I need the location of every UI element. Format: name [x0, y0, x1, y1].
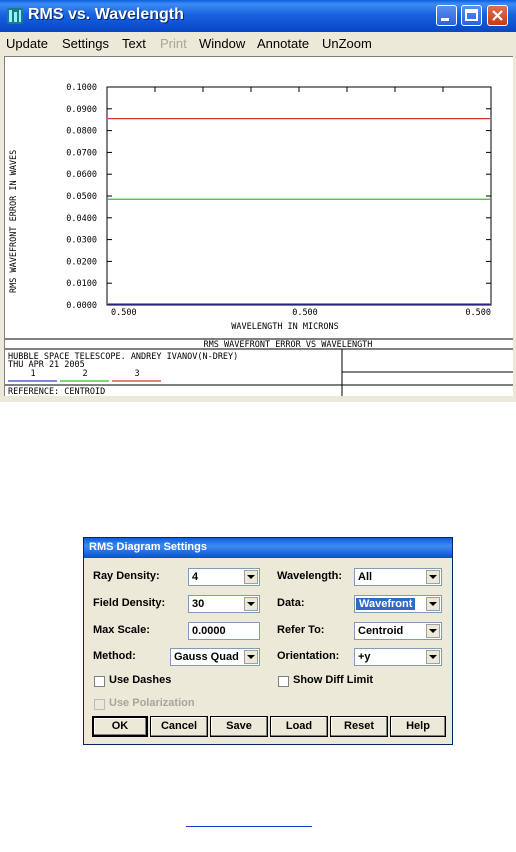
refer-to-select[interactable]: Centroid — [354, 622, 442, 640]
chevron-down-icon[interactable] — [244, 597, 258, 611]
y-tick-label: 0.1000 — [66, 83, 97, 93]
orientation-select[interactable]: +y — [354, 648, 442, 666]
ray-density-label: Ray Density: — [93, 570, 160, 582]
dialog-title-bar[interactable]: RMS Diagram Settings — [84, 538, 452, 558]
y-axis-ticks: 0.1000 0.0900 0.0800 0.0700 0.0600 0.0500 0.04… — [66, 83, 492, 311]
show-diff-limit-checkbox[interactable] — [278, 676, 289, 687]
title-bar[interactable]: RMS vs. Wavelength — [0, 0, 516, 32]
legend-label-3: 3 — [134, 369, 139, 379]
chevron-down-icon[interactable] — [426, 650, 440, 664]
menu-update[interactable]: Update — [6, 36, 48, 51]
ray-density-select[interactable]: 4 — [188, 568, 260, 586]
help-button[interactable]: Help — [390, 716, 446, 737]
close-button[interactable] — [487, 5, 508, 26]
info-line2: THU APR 21 2005 — [8, 360, 85, 370]
x-axis-ticks: 0.500 0.500 0.500 — [111, 308, 491, 318]
refer-to-label: Refer To: — [277, 624, 325, 636]
chart-caption: RMS WAVEFRONT ERROR VS WAVELENGTH — [204, 340, 373, 350]
maximize-icon — [465, 9, 478, 21]
y-axis-label: RMS WAVEFRONT ERROR IN WAVES — [9, 150, 19, 293]
refer-to-value: Centroid — [358, 625, 404, 637]
close-icon — [492, 10, 503, 21]
data-label: Data: — [277, 597, 305, 609]
app-icon — [7, 8, 23, 24]
use-dashes-label: Use Dashes — [109, 674, 172, 686]
legend: 1 2 3 — [8, 369, 161, 382]
menu-bar: Update Settings Text Print Window Annota… — [0, 32, 516, 54]
y-tick-label: 0.0600 — [66, 170, 97, 180]
y-tick-label: 0.0000 — [66, 301, 97, 311]
use-polarization-checkbox — [94, 699, 105, 710]
plot-area[interactable]: 0.1000 0.0900 0.0800 0.0700 0.0600 0.0500 0.04… — [4, 56, 513, 397]
window-bottom-border — [0, 396, 516, 402]
minimize-icon — [441, 18, 449, 21]
ray-density-value: 4 — [192, 571, 199, 583]
ok-button[interactable]: OK — [92, 716, 148, 737]
chevron-down-icon[interactable] — [426, 624, 440, 638]
x-axis-label: WAVELENGTH IN MICRONS — [231, 322, 338, 332]
y-tick-label: 0.0100 — [66, 279, 97, 289]
wavelength-select[interactable]: All — [354, 568, 442, 586]
y-tick-label: 0.0500 — [66, 192, 97, 202]
show-diff-limit-label: Show Diff Limit — [293, 674, 374, 686]
wavelength-value: All — [358, 571, 373, 583]
cancel-button[interactable]: Cancel — [150, 716, 208, 737]
rms-chart: 0.1000 0.0900 0.0800 0.0700 0.0600 0.0500 0.04… — [5, 83, 513, 397]
dialog-title: RMS Diagram Settings — [89, 541, 207, 553]
chevron-down-icon[interactable] — [244, 650, 258, 664]
chevron-down-icon[interactable] — [426, 570, 440, 584]
y-tick-label: 0.0700 — [66, 148, 97, 158]
reset-button[interactable]: Reset — [330, 716, 388, 737]
chevron-down-icon[interactable] — [426, 597, 440, 611]
use-polarization-label: Use Polarization — [109, 697, 195, 709]
y-tick-label: 0.0200 — [66, 257, 97, 267]
legend-label-2: 2 — [82, 369, 87, 379]
x-tick-label: 0.500 — [111, 308, 137, 318]
orientation-value: +y — [358, 651, 371, 663]
load-button[interactable]: Load — [270, 716, 328, 737]
method-value: Gauss Quad — [174, 651, 239, 663]
y-tick-label: 0.0900 — [66, 105, 97, 115]
window-title: RMS vs. Wavelength — [28, 6, 184, 23]
menu-print: Print — [160, 36, 187, 51]
rms-settings-dialog: RMS Diagram Settings Ray Density: 4 Fiel… — [83, 537, 453, 745]
x-tick-label: 0.500 — [465, 308, 491, 318]
use-dashes-checkbox[interactable] — [94, 676, 105, 687]
y-tick-label: 0.0300 — [66, 236, 97, 246]
minimize-button[interactable] — [436, 5, 457, 26]
y-tick-label: 0.0800 — [66, 127, 97, 137]
save-button[interactable]: Save — [210, 716, 268, 737]
method-label: Method: — [93, 650, 136, 662]
orientation-label: Orientation: — [277, 650, 340, 662]
menu-settings[interactable]: Settings — [62, 36, 109, 51]
field-density-value: 30 — [192, 598, 205, 610]
y-tick-label: 0.0400 — [66, 214, 97, 224]
menu-text[interactable]: Text — [122, 36, 146, 51]
field-density-select[interactable]: 30 — [188, 595, 260, 613]
underline-link — [186, 826, 312, 827]
menu-unzoom[interactable]: UnZoom — [322, 36, 372, 51]
plot-frame — [106, 86, 492, 306]
rms-window: RMS vs. Wavelength Update Settings Text … — [0, 0, 516, 402]
field-density-label: Field Density: — [93, 597, 166, 609]
legend-label-1: 1 — [30, 369, 35, 379]
data-select[interactable]: Wavefront — [354, 595, 442, 613]
wavelength-label: Wavelength: — [277, 570, 342, 582]
max-scale-value: 0.0000 — [192, 625, 226, 637]
max-scale-label: Max Scale: — [93, 624, 150, 636]
x-tick-label: 0.500 — [292, 308, 318, 318]
menu-window[interactable]: Window — [199, 36, 245, 51]
series-lines — [108, 118, 490, 305]
method-select[interactable]: Gauss Quad — [170, 648, 260, 666]
max-scale-input[interactable]: 0.0000 — [188, 622, 260, 640]
menu-annotate[interactable]: Annotate — [257, 36, 309, 51]
chevron-down-icon[interactable] — [244, 570, 258, 584]
data-value: Wavefront — [356, 598, 416, 610]
maximize-button[interactable] — [461, 5, 482, 26]
